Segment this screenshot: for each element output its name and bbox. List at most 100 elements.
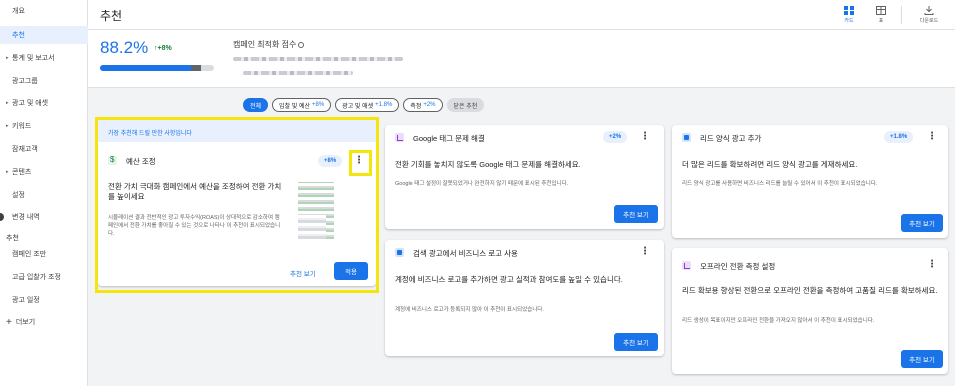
filter-label: 입찰 및 예산 — [279, 103, 310, 110]
filter-chip-all[interactable]: 전체 — [243, 98, 269, 112]
sidebar-item-label: 더보기 — [15, 319, 36, 326]
more-options-icon[interactable]: ⋮ — [927, 259, 937, 271]
sidebar-item-more[interactable]: + 더보기 — [0, 313, 88, 331]
table-view-button[interactable]: 표 — [866, 3, 896, 27]
sidebar-item-campaign-suggestion[interactable]: 캠페인 조만 — [0, 245, 88, 263]
recommendation-card-offline-conversions: 오프라인 전환 측정 설정 ⋮ 리드 확보용 향상된 전환으로 오프라인 전환을… — [672, 248, 948, 374]
page-header: 추천 카드 표 다운로드 — [88, 0, 955, 30]
sidebar-item-audiences[interactable]: 잠재고객 — [0, 140, 88, 158]
more-options-icon[interactable]: ⋮ — [640, 131, 650, 143]
card-headline: 리드 확보용 향상된 전환으로 오프라인 전환을 측정하여 고품질 리드를 확보… — [682, 286, 938, 295]
top-recommendation-banner: 가장 추천해 드릴 만한 사항입니다 — [98, 120, 376, 142]
sidebar-item-advanced-bid[interactable]: 고급 입찰가 조정 — [0, 268, 88, 286]
card-title: 오프라인 전환 측정 설정 — [700, 262, 776, 271]
optimization-score-panel: 88.2% ↑+8% 캠페인 최적화 점수 — [88, 30, 955, 88]
card-view-icon — [844, 6, 854, 15]
recommendation-card-business-logo: 검색 광고에서 비즈니스 로고 사용 ⋮ 계정에 비즈니스 로고를 추가하면 광… — [385, 240, 664, 356]
ad-icon — [682, 133, 691, 142]
divider — [901, 6, 902, 24]
page-title: 추천 — [100, 9, 123, 23]
card-title: Google 태그 문제 해결 — [413, 134, 485, 143]
sidebar-section-label: 추천 — [6, 235, 19, 242]
redacted-text — [243, 71, 353, 75]
measurement-icon — [395, 133, 404, 142]
plus-icon: + — [6, 316, 12, 328]
card-headline: 더 많은 리드를 확보하려면 리드 양식 광고를 게재하세요. — [682, 160, 858, 169]
card-title: 검색 광고에서 비즈니스 로고 사용 — [413, 249, 518, 258]
measurement-icon — [682, 261, 691, 270]
download-button[interactable]: 다운로드 — [909, 3, 949, 27]
sidebar-item-label: 설정 — [12, 192, 25, 199]
optimization-score-bar — [100, 65, 214, 71]
optimization-score-label: 캠페인 최적화 점수 — [233, 39, 305, 50]
score-impact-badge: +1.8% — [884, 131, 914, 143]
sidebar-item-label: 키워드 — [12, 123, 32, 130]
budget-icon: $ — [108, 155, 117, 165]
sidebar-item-label: 고급 입찰가 조정 — [12, 274, 61, 281]
sidebar-item-label: 추천 — [12, 32, 25, 39]
table-view-label: 표 — [878, 18, 884, 24]
filter-label: 광고 및 애셋 — [342, 103, 374, 110]
recommendation-card-budget: 가장 추천해 드릴 만한 사항입니다 $ 예산 조정 +8% ⋮ 전환 가치 극… — [98, 120, 376, 286]
sidebar-item-label: 개요 — [12, 8, 25, 15]
filter-delta: +8% — [311, 102, 325, 108]
recommendation-card-lead-form: 리드 양식 광고 추가 +1.8% ⋮ 더 많은 리드를 확보하려면 리드 양식… — [672, 125, 948, 238]
card-description: Google 태그 설정이 잘못되었거나 완전하지 않기 때문에 표시된 추천입… — [395, 181, 569, 187]
card-title: 리드 양식 광고 추가 — [700, 134, 762, 143]
card-description: 리드 양식 광고를 사용하면 비즈니스 리드를 늘릴 수 있어서 이 추천이 표… — [682, 181, 878, 187]
score-bar-gain — [191, 65, 201, 71]
view-recommendation-button[interactable]: 추천 보기 — [901, 350, 943, 368]
ad-icon — [395, 248, 404, 257]
filter-delta: +1.8% — [375, 102, 393, 108]
download-icon — [924, 6, 934, 15]
card-headline: 전환 가치 극대화 캠페인에서 예산을 조정하여 전환 가치를 높이세요 — [108, 182, 282, 201]
sidebar-item-recommendations[interactable]: 추천 — [0, 26, 88, 44]
card-title: 예산 조정 — [126, 157, 156, 166]
sidebar-item-label: 광고그룹 — [12, 78, 38, 85]
card-description: 계정에 비즈니스 로고가 등록되지 않아 이 추천이 표시되었습니다. — [395, 307, 544, 313]
sidebar-item-label: 광고 및 애셋 — [12, 100, 49, 107]
redacted-chart — [298, 214, 326, 242]
sidebar-item-settings[interactable]: 설정 — [0, 186, 88, 204]
filter-chip-ads[interactable]: 광고 및 애셋 +1.8% — [335, 98, 400, 112]
download-label: 다운로드 — [919, 18, 939, 24]
optimization-score-delta: ↑+8% — [154, 45, 172, 52]
sidebar-item-label: 통계 및 보고서 — [12, 55, 55, 62]
filter-label: 전체 — [250, 103, 262, 110]
card-headline: 전환 기회를 놓치지 않도록 Google 태그 문제를 해결하세요. — [395, 160, 581, 169]
sidebar-item-keywords[interactable]: ▸ 키워드 — [0, 117, 88, 135]
sidebar: 개요 추천 ▸ 통계 및 보고서 광고그룹 ▸ 광고 및 애셋 ▸ 키워드 잠재고객 … — [0, 0, 88, 386]
filter-label: 측정 — [410, 103, 422, 110]
sidebar-item-label: 캠페인 조만 — [12, 251, 47, 258]
sidebar-item-adgroups[interactable]: 광고그룹 — [0, 72, 88, 90]
table-view-icon — [876, 6, 886, 15]
help-icon[interactable] — [298, 41, 305, 48]
score-impact-badge: +8% — [318, 155, 343, 167]
recommendation-filters: 전체 입찰 및 예산 +8% 광고 및 애셋 +1.8% 측정 +2% 닫은 추천 — [243, 98, 485, 112]
apply-button[interactable]: 적용 — [334, 262, 368, 280]
more-options-icon[interactable]: ⋮ — [640, 246, 650, 258]
score-delta-text: +8% — [157, 45, 172, 52]
filter-chip-dismissed[interactable]: 닫은 추천 — [446, 98, 485, 112]
sidebar-item-ads-assets[interactable]: ▸ 광고 및 애셋 — [0, 94, 88, 112]
filter-label: 닫은 추천 — [453, 103, 478, 110]
indicator-dot-icon — [0, 213, 4, 221]
view-recommendation-button[interactable]: 추천 보기 — [290, 268, 316, 278]
card-view-button[interactable]: 카드 — [834, 3, 864, 27]
score-label-text: 캠페인 최적화 점수 — [233, 40, 297, 49]
filter-chip-bidding[interactable]: 입찰 및 예산 +8% — [272, 98, 332, 112]
card-description: 시뮬레이션 결과 전반적인 광고 투자수익(ROAS)이 상대적으로 감소하여 … — [108, 215, 281, 237]
sidebar-item-reports[interactable]: ▸ 통계 및 보고서 — [0, 49, 88, 67]
more-options-icon[interactable]: ⋮ — [927, 131, 937, 143]
filter-chip-measurement[interactable]: 측정 +2% — [403, 98, 443, 112]
sidebar-item-content[interactable]: ▸ 콘텐츠 — [0, 163, 88, 181]
sidebar-item-overview[interactable]: 개요 — [0, 2, 88, 20]
view-recommendation-button[interactable]: 추천 보기 — [614, 333, 658, 351]
sidebar-item-label: 잠재고객 — [12, 146, 38, 153]
view-recommendation-button[interactable]: 추천 보기 — [901, 214, 943, 232]
card-view-label: 카드 — [844, 18, 854, 24]
sidebar-item-ad-schedule[interactable]: 광고 일정 — [0, 291, 88, 309]
view-recommendation-button[interactable]: 추천 보기 — [614, 205, 658, 223]
sidebar-item-change-history[interactable]: 변경 내역 — [0, 208, 88, 226]
more-options-icon[interactable]: ⋮ — [354, 155, 364, 167]
